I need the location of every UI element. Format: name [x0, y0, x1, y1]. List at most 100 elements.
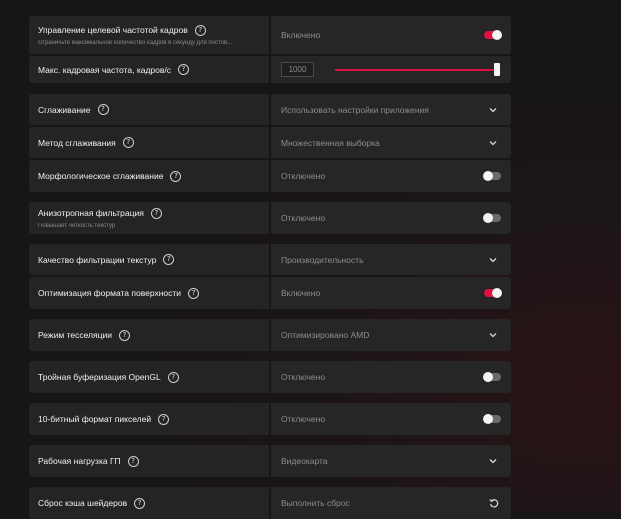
setting-label: Режим тесселяции [38, 330, 112, 340]
toggle-knob [492, 30, 502, 40]
setting-control-cell[interactable]: Оптимизировано AMD [271, 319, 511, 351]
setting-label: Управление целевой частотой кадров [38, 25, 188, 35]
setting-value: Отключено [281, 171, 326, 181]
setting-control-cell[interactable]: Использовать настройки приложения [271, 94, 511, 125]
setting-label: Качество фильтрации текстур [38, 254, 157, 265]
setting-label: Сброс кэша шейдеров [38, 498, 128, 508]
toggle-switch[interactable] [484, 30, 502, 40]
help-icon[interactable]: ? [150, 207, 162, 219]
setting-label-cell: 10-битный формат пикселей? [29, 403, 269, 435]
setting-label: Анизотропная фильтрация [38, 208, 144, 218]
chevron-down-icon[interactable] [488, 105, 498, 115]
toggle-knob [483, 171, 493, 181]
setting-label: Сглаживание [38, 104, 91, 115]
setting-value: Отключено [281, 213, 326, 223]
setting-control-cell[interactable]: Включено [271, 277, 511, 309]
setting-label-cell: Анизотропная фильтрация? Повышает четкос… [29, 202, 269, 234]
setting-row-shader-cache-reset: Сброс кэша шейдеров? Выполнить сброс [29, 487, 511, 519]
toggle-switch[interactable] [483, 213, 501, 223]
setting-control-cell[interactable]: Включено [271, 16, 511, 54]
setting-control-cell[interactable]: Множественная выборка [271, 127, 511, 158]
help-icon[interactable]: ? [122, 137, 134, 148]
setting-row-tessellation-mode: Режим тесселяции? Оптимизировано AMD [29, 319, 511, 351]
setting-row-morphological-aa: Морфологическое сглаживание? Отключено [29, 160, 511, 192]
setting-control-cell[interactable]: Выполнить сброс [271, 487, 511, 519]
setting-control-cell: 1000 [271, 56, 511, 83]
toggle-switch[interactable] [484, 288, 502, 298]
frame-rate-input[interactable]: 1000 [281, 62, 314, 77]
setting-value: Видеокарта [281, 456, 328, 466]
help-icon[interactable]: ? [134, 497, 146, 509]
setting-label: Оптимизация формата поверхности [38, 288, 182, 298]
help-icon[interactable]: ? [194, 24, 206, 36]
setting-value: Выполнить сброс [281, 498, 350, 508]
setting-row-gpu-workload: Рабочая нагрузка ГП? Видеокарта [29, 445, 511, 477]
setting-control-cell[interactable]: Отключено [271, 361, 511, 393]
setting-label: Макс. кадровая частота, кадров/с [38, 64, 172, 75]
chevron-down-icon[interactable] [488, 456, 498, 466]
setting-row-anti-aliasing-method: Метод сглаживания? Множественная выборка [29, 127, 511, 158]
setting-value: Включено [281, 288, 321, 298]
help-icon[interactable]: ? [118, 329, 130, 341]
setting-label-cell: Макс. кадровая частота, кадров/с? [29, 56, 269, 83]
setting-row-anisotropic-filtering: Анизотропная фильтрация? Повышает четкос… [29, 202, 511, 234]
chevron-down-icon[interactable] [488, 138, 498, 148]
toggle-knob [483, 372, 493, 382]
toggle-knob [483, 414, 493, 424]
help-icon[interactable]: ? [127, 455, 139, 467]
setting-label: Рабочая нагрузка ГП [38, 456, 121, 466]
setting-value: Включено [281, 30, 321, 40]
setting-label-cell: Сглаживание? [29, 94, 269, 125]
setting-label-cell: Оптимизация формата поверхности? [29, 277, 269, 309]
toggle-switch[interactable] [483, 372, 501, 382]
slider-thumb[interactable] [494, 62, 500, 76]
setting-value: Оптимизировано AMD [281, 330, 370, 340]
help-icon[interactable]: ? [158, 413, 170, 425]
setting-control-cell[interactable]: Производительность [271, 244, 511, 275]
setting-value: Отключено [281, 414, 326, 424]
setting-label: Морфологическое сглаживание [38, 171, 164, 181]
help-icon[interactable]: ? [167, 371, 179, 383]
setting-value: Производительность [281, 254, 364, 265]
setting-control-cell[interactable]: Отключено [271, 202, 511, 234]
setting-row-surface-format-optimization: Оптимизация формата поверхности? Включен… [29, 277, 511, 309]
setting-label: 10-битный формат пикселей [38, 414, 152, 424]
setting-description: Ограничьте максимальное количество кадро… [38, 39, 233, 46]
setting-row-frame-rate-target-control: Управление целевой частотой кадров? Огра… [29, 16, 511, 54]
help-icon[interactable]: ? [188, 287, 200, 299]
setting-row-opengl-triple-buffering: Тройная буферизация OpenGL? Отключено [29, 361, 511, 393]
help-icon[interactable]: ? [170, 170, 182, 182]
chevron-down-icon[interactable] [488, 255, 498, 265]
setting-label: Метод сглаживания [38, 137, 116, 148]
setting-value: Множественная выборка [281, 137, 380, 148]
slider-track[interactable] [335, 68, 495, 71]
toggle-knob [483, 213, 493, 223]
setting-label-cell: Морфологическое сглаживание? [29, 160, 269, 192]
setting-row-anti-aliasing: Сглаживание? Использовать настройки прил… [29, 94, 511, 125]
setting-label-cell: Метод сглаживания? [29, 127, 269, 158]
toggle-knob [492, 288, 502, 298]
setting-row-texture-filtering-quality: Качество фильтрации текстур? Производите… [29, 244, 511, 275]
setting-label-cell: Рабочая нагрузка ГП? [29, 445, 269, 477]
setting-label: Тройная буферизация OpenGL [38, 372, 161, 382]
setting-label-cell: Режим тесселяции? [29, 319, 269, 351]
setting-value: Отключено [281, 372, 326, 382]
chevron-down-icon[interactable] [488, 330, 498, 340]
setting-value: Использовать настройки приложения [281, 104, 429, 115]
setting-row-max-frame-rate: Макс. кадровая частота, кадров/с? 1000 [29, 56, 511, 83]
setting-row-10-bit-pixel-format: 10-битный формат пикселей? Отключено [29, 403, 511, 435]
setting-label-cell: Качество фильтрации текстур? [29, 244, 269, 275]
setting-control-cell[interactable]: Отключено [271, 403, 511, 435]
setting-description: Повышает четкость текстур [38, 222, 116, 229]
setting-label-cell: Сброс кэша шейдеров? [29, 487, 269, 519]
setting-label-cell: Управление целевой частотой кадров? Огра… [29, 16, 269, 54]
setting-control-cell[interactable]: Отключено [271, 160, 511, 192]
setting-control-cell[interactable]: Видеокарта [271, 445, 511, 477]
help-icon[interactable]: ? [163, 254, 175, 265]
reset-icon[interactable] [488, 497, 500, 509]
toggle-switch[interactable] [483, 414, 501, 424]
setting-label-cell: Тройная буферизация OpenGL? [29, 361, 269, 393]
help-icon[interactable]: ? [97, 104, 109, 115]
toggle-switch[interactable] [483, 171, 501, 181]
help-icon[interactable]: ? [178, 64, 190, 75]
